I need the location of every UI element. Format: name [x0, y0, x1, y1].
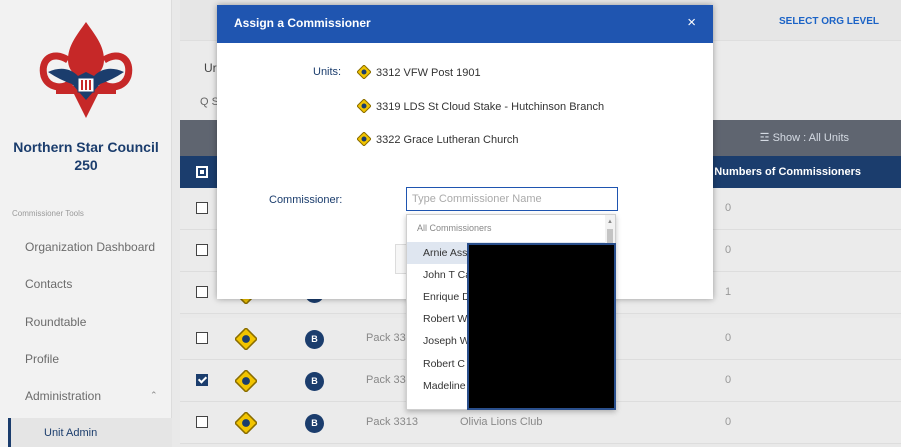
scroll-up-icon[interactable]: ▲ [607, 219, 613, 225]
modal-title: Assign a Commissioner [234, 16, 371, 30]
modal-header: Assign a Commissioner × [217, 5, 713, 43]
council-logo [39, 22, 133, 118]
cub-scout-icon [356, 98, 372, 114]
column-header-commissioners[interactable]: Numbers of Commissioners [714, 166, 861, 178]
section-label: Commissioner Tools [12, 209, 84, 218]
commissioner-count: 0 [725, 244, 732, 256]
dropdown-group-label: All Commissioners [417, 223, 492, 233]
chevron-up-icon[interactable]: ⌃ [150, 390, 158, 401]
unit-entry: 3322 Grace Lutheran Church [356, 131, 519, 147]
unit-name: 3322 Grace Lutheran Church [376, 134, 519, 146]
council-number: 250 [74, 157, 98, 173]
row-checkbox[interactable] [196, 244, 208, 256]
show-filter-button[interactable]: ☲ Show : All Units [760, 131, 849, 144]
scrollbar-thumb[interactable] [607, 229, 613, 244]
row-checkbox[interactable] [196, 332, 208, 344]
select-org-level-button[interactable]: SELECT ORG LEVEL [779, 16, 879, 27]
unit-name: 3312 VFW Post 1901 [376, 67, 481, 79]
row-checkbox[interactable] [196, 202, 208, 214]
commissioner-count: 0 [725, 374, 732, 386]
chartered-org: Olivia Lions Club [460, 416, 543, 428]
unit-name: Pack 331 [366, 374, 412, 386]
unit-name: Pack 3313 [366, 416, 418, 428]
sidebar-item-contacts[interactable]: Contacts [25, 277, 72, 291]
council-title: Northern Star Council [13, 139, 159, 155]
cub-scout-icon [356, 64, 372, 80]
select-all-checkbox[interactable] [196, 166, 208, 178]
unit-name: Pack 331 [366, 332, 412, 344]
sidebar-item-administration[interactable]: Administration [25, 389, 101, 403]
unit-type-badge: B [305, 372, 324, 391]
row-checkbox[interactable] [196, 286, 208, 298]
commissioner-label: Commissioner: [269, 194, 343, 206]
commissioner-count: 1 [725, 286, 732, 298]
tab-units[interactable]: Ur [204, 61, 217, 75]
cub-scout-icon [235, 328, 257, 350]
row-checkbox[interactable] [196, 374, 208, 386]
units-label: Units: [313, 66, 342, 78]
unit-type-badge: B [305, 330, 324, 349]
redaction-block [467, 243, 616, 410]
unit-entry: 3312 VFW Post 1901 [356, 64, 481, 80]
unit-entry: 3319 LDS St Cloud Stake - Hutchinson Bra… [356, 98, 605, 114]
commissioner-count: 0 [725, 416, 732, 428]
sidebar-item-organization-dashboard[interactable]: Organization Dashboard [25, 240, 155, 254]
council-name: Northern Star Council 250 [0, 138, 172, 174]
unit-name: 3319 LDS St Cloud Stake - Hutchinson Bra… [376, 101, 605, 113]
cub-scout-icon [235, 412, 257, 434]
sidebar-item-unit-admin[interactable]: Unit Admin [8, 418, 172, 447]
row-checkbox[interactable] [196, 416, 208, 428]
cub-scout-icon [235, 370, 257, 392]
sidebar-item-label: Unit Admin [44, 427, 98, 439]
commissioner-count: 0 [725, 332, 732, 344]
cub-scout-icon [356, 131, 372, 147]
commissioner-search-input[interactable] [406, 187, 618, 211]
sidebar: Northern Star Council 250 Commissioner T… [0, 0, 172, 447]
sidebar-item-roundtable[interactable]: Roundtable [25, 315, 86, 329]
unit-type-badge: B [305, 414, 324, 433]
sidebar-item-profile[interactable]: Profile [25, 352, 59, 366]
close-icon[interactable]: × [687, 14, 696, 31]
commissioner-count: 0 [725, 202, 732, 214]
